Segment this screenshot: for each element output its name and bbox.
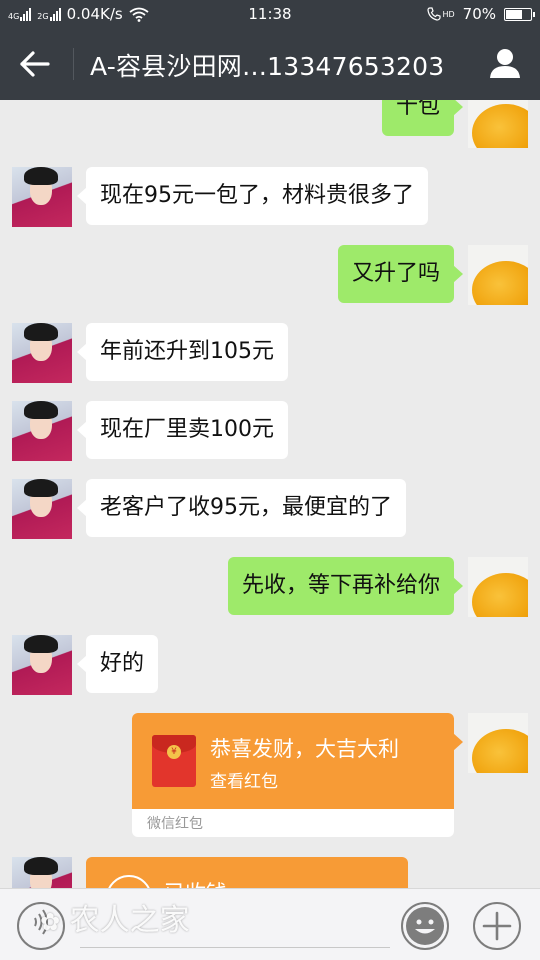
contact-avatar[interactable] [12,857,72,888]
contact-avatar[interactable] [12,401,72,461]
hd-call-icon: HD [427,7,455,21]
status-bar: 4G 2G 0.04K/s 11:38 HD 70% [0,0,540,28]
emoji-icon[interactable] [401,902,449,950]
red-envelope-icon: ¥ [152,735,196,787]
battery-percent: 70% [462,5,496,23]
input-bar: ✿ 农人之家 [0,888,540,960]
received-check-icon [106,875,152,888]
self-avatar[interactable] [468,245,528,305]
header-divider [73,48,74,80]
self-avatar[interactable] [468,713,528,773]
contact-avatar[interactable] [12,323,72,383]
self-avatar[interactable] [468,557,528,617]
bubble-tail [453,733,463,751]
message-input[interactable] [80,947,390,948]
leaf-logo-icon: ✿ [40,908,61,936]
message-bubble[interactable]: 十包 [381,100,464,136]
red-packet-title: 恭喜发财，大吉大利 [210,737,399,761]
watermark: ✿ 农人之家 [40,895,190,939]
chat-title: A-容县沙田网…13347653203 [90,52,445,81]
received-label: 已收钱 [164,877,227,888]
chat-header: A-容县沙田网…13347653203 [0,28,540,100]
contact-avatar[interactable] [12,479,72,539]
message-bubble[interactable]: 老客户了收95元，最便宜的了 [77,479,406,537]
red-packet-subtitle: 查看红包 [210,772,278,792]
arrow-left-icon[interactable] [18,48,54,80]
message-bubble[interactable]: 好的 [76,635,159,693]
red-packet-card[interactable]: ¥ 恭喜发财，大吉大利 查看红包 微信红包 [132,713,454,837]
chat-messages[interactable]: 十包 现在95元一包了，材料贵很多了 又升了吗 年前还升到105元 现在厂里卖1… [0,100,540,888]
contact-avatar[interactable] [12,167,72,227]
message-bubble[interactable]: 先收，等下再补给你 [227,557,464,615]
message-bubble[interactable]: 现在厂里卖100元 [77,401,288,459]
self-avatar[interactable] [468,100,528,148]
received-packet-card[interactable]: 已收钱 [86,857,408,888]
contact-avatar[interactable] [12,635,72,695]
message-bubble[interactable]: 现在95元一包了，材料贵很多了 [77,167,428,225]
message-bubble[interactable]: 又升了吗 [337,245,464,303]
person-icon[interactable] [488,46,522,80]
battery-icon [504,7,535,21]
red-packet-footer: 微信红包 [147,816,203,832]
plus-icon[interactable] [473,902,521,950]
watermark-text: 农人之家 [69,903,190,938]
message-bubble[interactable]: 年前还升到105元 [77,323,288,381]
